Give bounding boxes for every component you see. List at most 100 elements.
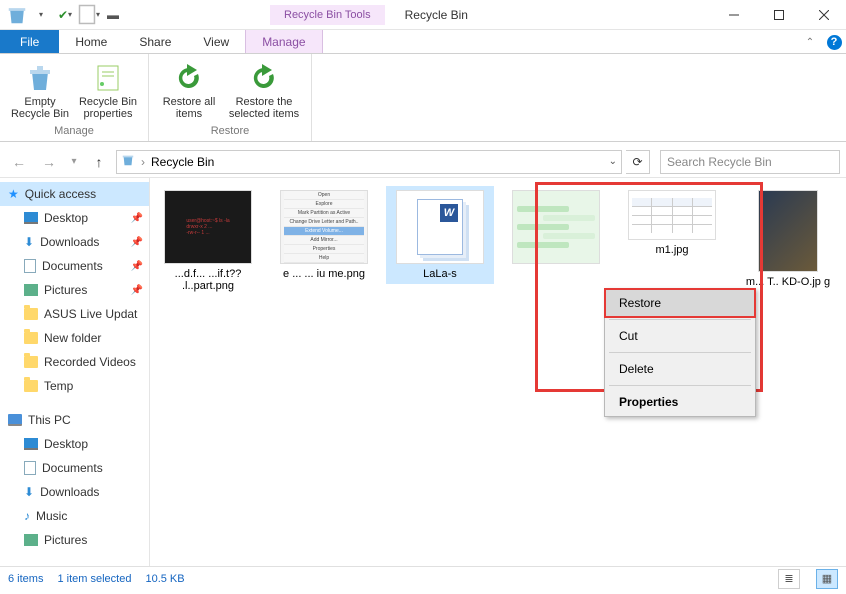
file-label: m... T.. KD-O.jp g	[746, 276, 830, 288]
sidebar-label: New folder	[44, 331, 101, 345]
pin-icon: 📌	[131, 213, 143, 224]
sidebar-quick-access[interactable]: ★ Quick access	[0, 182, 149, 206]
minimize-button[interactable]	[711, 0, 756, 30]
folder-icon	[24, 332, 38, 344]
navbar: ← → ▾ ↑ › Recycle Bin ⌄ ⟳ Search Recycle…	[0, 146, 846, 178]
qat-blank-icon[interactable]: ▾	[78, 4, 100, 26]
titlebar: ▾ ✔▾ ▾ ▬ Recycle Bin Tools Recycle Bin	[0, 0, 846, 30]
sidebar-label: Recorded Videos	[44, 355, 136, 369]
sidebar-item-pc-documents[interactable]: Documents	[0, 456, 149, 480]
address-bar[interactable]: › Recycle Bin ⌄	[116, 150, 622, 174]
sidebar-item-desktop[interactable]: Desktop 📌	[0, 206, 149, 230]
pin-icon: 📌	[131, 285, 143, 296]
sidebar-label: Pictures	[44, 533, 87, 547]
nav-forward-button[interactable]: →	[36, 149, 62, 175]
pin-icon: 📌	[131, 261, 143, 272]
help-icon[interactable]: ?	[822, 30, 846, 54]
file-label: LaLa-s	[423, 268, 457, 280]
context-menu: Restore Cut Delete Properties	[604, 288, 756, 417]
sidebar-item-documents[interactable]: Documents 📌	[0, 254, 149, 278]
status-bar: 6 items 1 item selected 10.5 KB ≣ ▦	[0, 566, 846, 590]
sidebar-item-pc-pictures[interactable]: Pictures	[0, 528, 149, 552]
status-selected: 1 item selected	[57, 573, 131, 585]
recycle-bin-icon[interactable]	[6, 4, 28, 26]
file-item-1[interactable]: user@host:~$ ls -la drwxr-x 2 ... -rw-r-…	[154, 186, 262, 296]
qat-check-icon[interactable]: ✔▾	[54, 4, 76, 26]
tab-file[interactable]: File	[0, 30, 59, 53]
qat-customize-icon[interactable]: ▬	[102, 4, 124, 26]
maximize-button[interactable]	[756, 0, 801, 30]
context-separator	[609, 352, 751, 353]
documents-icon	[24, 461, 36, 475]
status-size: 10.5 KB	[145, 573, 184, 585]
tab-share[interactable]: Share	[123, 30, 187, 53]
context-properties[interactable]: Properties	[605, 388, 755, 416]
ribbon-group-restore-label: Restore	[157, 123, 303, 139]
nav-recent-dropdown[interactable]: ▾	[66, 149, 82, 175]
sidebar-item-asus[interactable]: ASUS Live Updat	[0, 302, 149, 326]
tab-home[interactable]: Home	[59, 30, 123, 53]
collapse-ribbon-icon[interactable]: ⌃	[798, 30, 822, 54]
file-item-4[interactable]	[502, 186, 610, 272]
desktop-icon	[24, 438, 38, 450]
contextual-tab-header: Recycle Bin Tools	[270, 5, 385, 25]
nav-up-button[interactable]: ↑	[86, 149, 112, 175]
qat-dropdown-icon[interactable]: ▾	[30, 4, 52, 26]
file-thumb: OpenExploreMark Partition as ActiveChang…	[280, 190, 368, 264]
sidebar-item-recordedvideos[interactable]: Recorded Videos	[0, 350, 149, 374]
sidebar-label: Documents	[42, 259, 103, 273]
sidebar-label: Downloads	[40, 485, 99, 499]
pictures-icon	[24, 534, 38, 546]
folder-icon	[24, 380, 38, 392]
context-separator	[609, 319, 751, 320]
properties-icon	[92, 62, 124, 94]
downloads-icon: ⬇	[24, 485, 34, 499]
ribbon-group-manage-label: Manage	[8, 123, 140, 139]
restore-all-button[interactable]: Restore all items	[157, 58, 221, 123]
sidebar-item-downloads[interactable]: ⬇Downloads📌	[0, 230, 149, 254]
restore-selected-icon	[248, 62, 280, 94]
file-item-5[interactable]: m1.jpg	[618, 186, 726, 260]
properties-label: Recycle Bin properties	[76, 96, 140, 120]
refresh-button[interactable]: ⟳	[626, 150, 650, 174]
address-dropdown-icon[interactable]: ⌄	[609, 156, 617, 167]
desktop-icon	[24, 212, 38, 224]
search-input[interactable]: Search Recycle Bin	[660, 150, 840, 174]
file-thumb	[628, 190, 716, 240]
file-label: ...d.f... ...if.t?? .l..part.png	[158, 268, 258, 292]
restore-selected-button[interactable]: Restore the selected items	[225, 58, 303, 123]
pin-icon: 📌	[131, 237, 143, 248]
sidebar-item-newfolder[interactable]: New folder	[0, 326, 149, 350]
pc-icon	[8, 414, 22, 426]
main-area: ★ Quick access Desktop📌 ⬇Downloads📌 Docu…	[0, 178, 846, 566]
sidebar-item-pc-music[interactable]: ♪Music	[0, 504, 149, 528]
context-restore[interactable]: Restore	[605, 289, 755, 317]
close-button[interactable]	[801, 0, 846, 30]
context-delete[interactable]: Delete	[605, 355, 755, 383]
address-location: Recycle Bin	[151, 155, 214, 169]
tab-manage[interactable]: Manage	[245, 30, 322, 53]
window-controls	[711, 0, 846, 30]
file-item-6[interactable]: m... T.. KD-O.jp g	[734, 186, 842, 292]
recycle-bin-properties-button[interactable]: Recycle Bin properties	[76, 58, 140, 123]
content-pane[interactable]: user@host:~$ ls -la drwxr-x 2 ... -rw-r-…	[150, 178, 846, 566]
empty-recycle-bin-button[interactable]: Empty Recycle Bin	[8, 58, 72, 123]
folder-icon	[24, 356, 38, 368]
sidebar-this-pc[interactable]: This PC	[0, 408, 149, 432]
file-item-2[interactable]: OpenExploreMark Partition as ActiveChang…	[270, 186, 378, 284]
sidebar-label: Pictures	[44, 283, 87, 297]
file-item-3-selected[interactable]: W LaLa-s	[386, 186, 494, 284]
sidebar-label: Desktop	[44, 211, 88, 225]
tab-view[interactable]: View	[187, 30, 245, 53]
view-large-icons-button[interactable]: ▦	[816, 569, 838, 589]
view-details-button[interactable]: ≣	[778, 569, 800, 589]
file-label: m1.jpg	[655, 244, 688, 256]
sidebar-item-pc-desktop[interactable]: Desktop	[0, 432, 149, 456]
sidebar-item-pictures[interactable]: Pictures 📌	[0, 278, 149, 302]
nav-back-button[interactable]: ←	[6, 149, 32, 175]
sidebar-item-pc-downloads[interactable]: ⬇ Downloads	[0, 480, 149, 504]
sidebar-item-temp[interactable]: Temp	[0, 374, 149, 398]
ribbon: Empty Recycle Bin Recycle Bin properties…	[0, 54, 846, 142]
search-placeholder: Search Recycle Bin	[667, 155, 772, 169]
context-cut[interactable]: Cut	[605, 322, 755, 350]
